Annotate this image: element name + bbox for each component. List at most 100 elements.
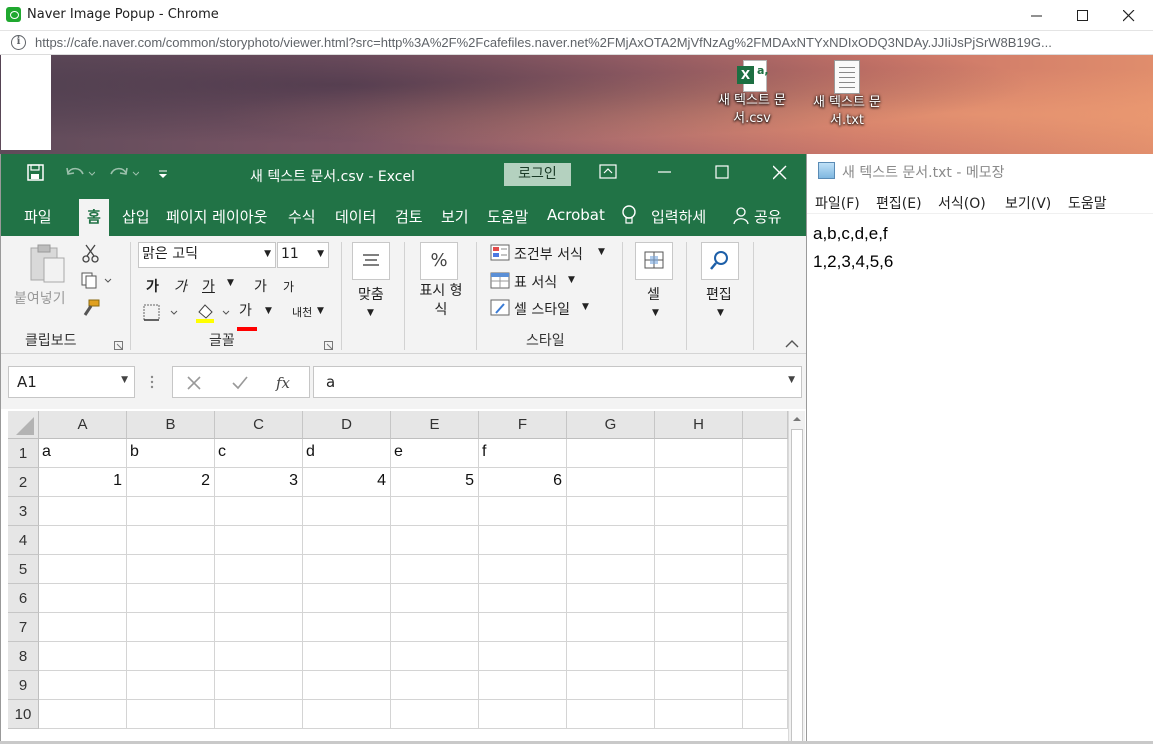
tab-view[interactable]: 보기 bbox=[441, 206, 469, 227]
save-icon[interactable] bbox=[27, 164, 45, 186]
grid-cell[interactable]: c bbox=[215, 439, 303, 468]
grid-cell[interactable] bbox=[39, 671, 127, 700]
share-button[interactable]: 공유 bbox=[754, 206, 782, 227]
minimize-button[interactable] bbox=[1014, 0, 1060, 31]
grid-cell[interactable] bbox=[39, 497, 127, 526]
underline-button[interactable]: 가 bbox=[202, 276, 215, 296]
menu-format[interactable]: 서식(O) bbox=[938, 193, 986, 213]
tab-help[interactable]: 도움말 bbox=[487, 206, 528, 227]
menu-file[interactable]: 파일(F) bbox=[815, 193, 860, 213]
grid-cell[interactable] bbox=[743, 468, 788, 497]
grid-cell[interactable] bbox=[567, 497, 655, 526]
row-header[interactable]: 5 bbox=[8, 555, 39, 584]
ribbon-display-options-icon[interactable] bbox=[599, 164, 617, 186]
scrollbar-thumb[interactable] bbox=[791, 429, 803, 742]
chevron-down-icon[interactable]: ▼ bbox=[598, 247, 605, 257]
grid-cell[interactable] bbox=[567, 584, 655, 613]
fill-color-icon[interactable] bbox=[195, 302, 235, 328]
grid-cell[interactable] bbox=[655, 700, 743, 729]
chevron-down-icon[interactable]: ▼ bbox=[227, 278, 234, 288]
bold-button[interactable]: 가 bbox=[146, 276, 159, 296]
font-size-select[interactable]: 11 ▼ bbox=[277, 242, 329, 268]
editing-search-icon[interactable] bbox=[701, 242, 739, 280]
grid-cell[interactable] bbox=[215, 700, 303, 729]
grid-cell[interactable] bbox=[391, 555, 479, 584]
grid-cell[interactable] bbox=[479, 613, 567, 642]
grow-font-button[interactable]: 가 bbox=[254, 276, 267, 296]
grid-cell[interactable] bbox=[567, 700, 655, 729]
grid-cell[interactable] bbox=[303, 671, 391, 700]
menu-edit[interactable]: 편집(E) bbox=[876, 193, 922, 213]
grid-cell[interactable] bbox=[743, 526, 788, 555]
grid-cell[interactable] bbox=[215, 497, 303, 526]
close-button[interactable] bbox=[1106, 0, 1152, 31]
grid-cell[interactable] bbox=[655, 671, 743, 700]
grid-cell[interactable] bbox=[127, 642, 215, 671]
grid-cell[interactable] bbox=[391, 584, 479, 613]
cancel-icon[interactable] bbox=[186, 375, 202, 391]
tab-formulas[interactable]: 수식 bbox=[288, 206, 316, 227]
grid-cell[interactable] bbox=[127, 555, 215, 584]
info-icon[interactable]: i bbox=[11, 35, 26, 50]
grid-cell[interactable] bbox=[391, 497, 479, 526]
desktop-icon-txt[interactable]: 새 텍스트 문서.txt bbox=[807, 60, 887, 130]
select-all-corner[interactable] bbox=[8, 411, 39, 439]
grid-cell[interactable] bbox=[567, 526, 655, 555]
insert-function-icon[interactable]: fx bbox=[275, 373, 295, 393]
grid-cell[interactable] bbox=[39, 700, 127, 729]
grid-cell[interactable] bbox=[743, 584, 788, 613]
shrink-font-button[interactable]: 가 bbox=[283, 278, 294, 295]
row-header[interactable]: 2 bbox=[8, 468, 39, 497]
copy-icon[interactable] bbox=[81, 272, 115, 294]
grid-cell[interactable] bbox=[303, 497, 391, 526]
grid-cell[interactable]: e bbox=[391, 439, 479, 468]
drag-handle-icon[interactable] bbox=[149, 374, 155, 394]
grid-cell[interactable] bbox=[479, 671, 567, 700]
row-header[interactable]: 6 bbox=[8, 584, 39, 613]
tab-file[interactable]: 파일 bbox=[24, 206, 52, 227]
grid-cell[interactable] bbox=[479, 526, 567, 555]
grid-cell[interactable] bbox=[127, 613, 215, 642]
cells-button[interactable]: 셀 bbox=[647, 284, 660, 304]
grid-cell[interactable] bbox=[743, 700, 788, 729]
row-header[interactable]: 3 bbox=[8, 497, 39, 526]
grid-cell[interactable] bbox=[215, 584, 303, 613]
chevron-down-icon[interactable]: ▼ bbox=[582, 302, 589, 312]
grid-cell[interactable]: 6 bbox=[479, 468, 567, 497]
notepad-text-area[interactable]: a,b,c,d,e,f 1,2,3,4,5,6 bbox=[813, 220, 1148, 276]
undo-icon[interactable] bbox=[65, 164, 96, 186]
grid-cell[interactable] bbox=[391, 613, 479, 642]
tab-home[interactable]: 홈 bbox=[79, 199, 109, 236]
grid-cell[interactable] bbox=[215, 555, 303, 584]
grid-cell[interactable] bbox=[39, 584, 127, 613]
grid-cell[interactable] bbox=[39, 526, 127, 555]
grid-cell[interactable] bbox=[743, 439, 788, 468]
lightbulb-icon[interactable] bbox=[621, 205, 637, 229]
grid-cell[interactable] bbox=[743, 497, 788, 526]
grid-cell[interactable] bbox=[479, 497, 567, 526]
grid-cell[interactable] bbox=[567, 555, 655, 584]
grid-cell[interactable]: 3 bbox=[215, 468, 303, 497]
grid-cell[interactable]: d bbox=[303, 439, 391, 468]
row-header[interactable]: 8 bbox=[8, 642, 39, 671]
chevron-down-icon[interactable]: ▼ bbox=[367, 308, 374, 318]
format-as-table-icon[interactable] bbox=[490, 272, 512, 294]
grid-cell[interactable] bbox=[391, 526, 479, 555]
grid-cell[interactable] bbox=[655, 497, 743, 526]
grid-cell[interactable] bbox=[215, 526, 303, 555]
grid-cell[interactable]: a bbox=[39, 439, 127, 468]
grid-cell[interactable] bbox=[655, 642, 743, 671]
grid-cell[interactable] bbox=[303, 700, 391, 729]
grid-cell[interactable] bbox=[743, 613, 788, 642]
paste-button[interactable]: 붙여넣기 bbox=[14, 288, 66, 308]
row-header[interactable]: 1 bbox=[8, 439, 39, 468]
font-name-select[interactable]: 맑은 고딕 ▼ bbox=[138, 242, 276, 268]
chevron-down-icon[interactable]: ▼ bbox=[717, 308, 724, 318]
editing-button[interactable]: 편집 bbox=[706, 284, 732, 304]
alignment-button[interactable]: 맞춤 bbox=[358, 284, 384, 304]
excel-maximize-icon[interactable] bbox=[715, 164, 729, 186]
border-icon[interactable] bbox=[143, 304, 183, 326]
grid-cell[interactable] bbox=[303, 613, 391, 642]
grid-cell[interactable] bbox=[127, 584, 215, 613]
cell-styles-button[interactable]: 셀 스타일 bbox=[514, 299, 570, 319]
